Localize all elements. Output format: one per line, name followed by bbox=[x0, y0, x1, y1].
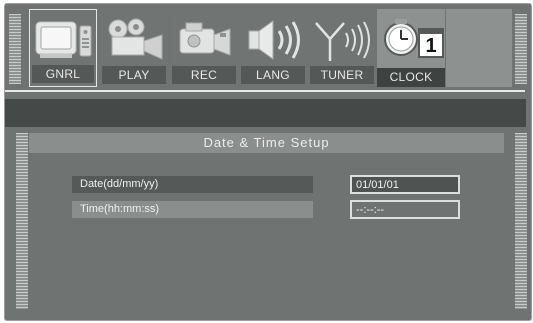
camcorder-icon bbox=[179, 22, 231, 56]
status-bar bbox=[5, 99, 526, 127]
time-label: Time(hh:mm:ss) bbox=[72, 201, 313, 218]
tab-gnrl[interactable]: GNRL bbox=[29, 9, 97, 87]
panel-title: Date & Time Setup bbox=[29, 133, 504, 153]
date-label: Date(dd/mm/yy) bbox=[72, 176, 313, 193]
panel-right-grip bbox=[515, 133, 527, 309]
tab-lang[interactable]: LANG bbox=[239, 9, 307, 87]
tab-label: CLOCK bbox=[377, 68, 445, 87]
date-field[interactable]: 01/01/01 bbox=[350, 175, 460, 194]
top-left-grip bbox=[9, 14, 21, 84]
menu-divider bbox=[5, 90, 525, 92]
projector-icon bbox=[108, 18, 163, 60]
tv-icon bbox=[35, 21, 92, 58]
calendar-day: 1 bbox=[425, 35, 437, 57]
tab-clock[interactable]: 1 CLOCK bbox=[377, 9, 445, 87]
tab-label: GNRL bbox=[32, 65, 94, 83]
tab-label: TUNER bbox=[310, 66, 374, 84]
tab-tuner[interactable]: TUNER bbox=[308, 9, 376, 87]
panel-left-grip bbox=[16, 133, 28, 309]
empty-tab-slot bbox=[446, 9, 512, 87]
tab-label: LANG bbox=[241, 66, 305, 84]
antenna-icon bbox=[315, 21, 370, 61]
tab-rec[interactable]: REC bbox=[170, 9, 238, 87]
tab-label: REC bbox=[172, 66, 236, 84]
tab-label: PLAY bbox=[102, 66, 166, 84]
top-right-grip bbox=[515, 14, 527, 84]
speaker-icon bbox=[248, 20, 300, 60]
tab-play[interactable]: PLAY bbox=[100, 9, 168, 87]
time-field[interactable]: --:--:-- bbox=[350, 200, 460, 219]
